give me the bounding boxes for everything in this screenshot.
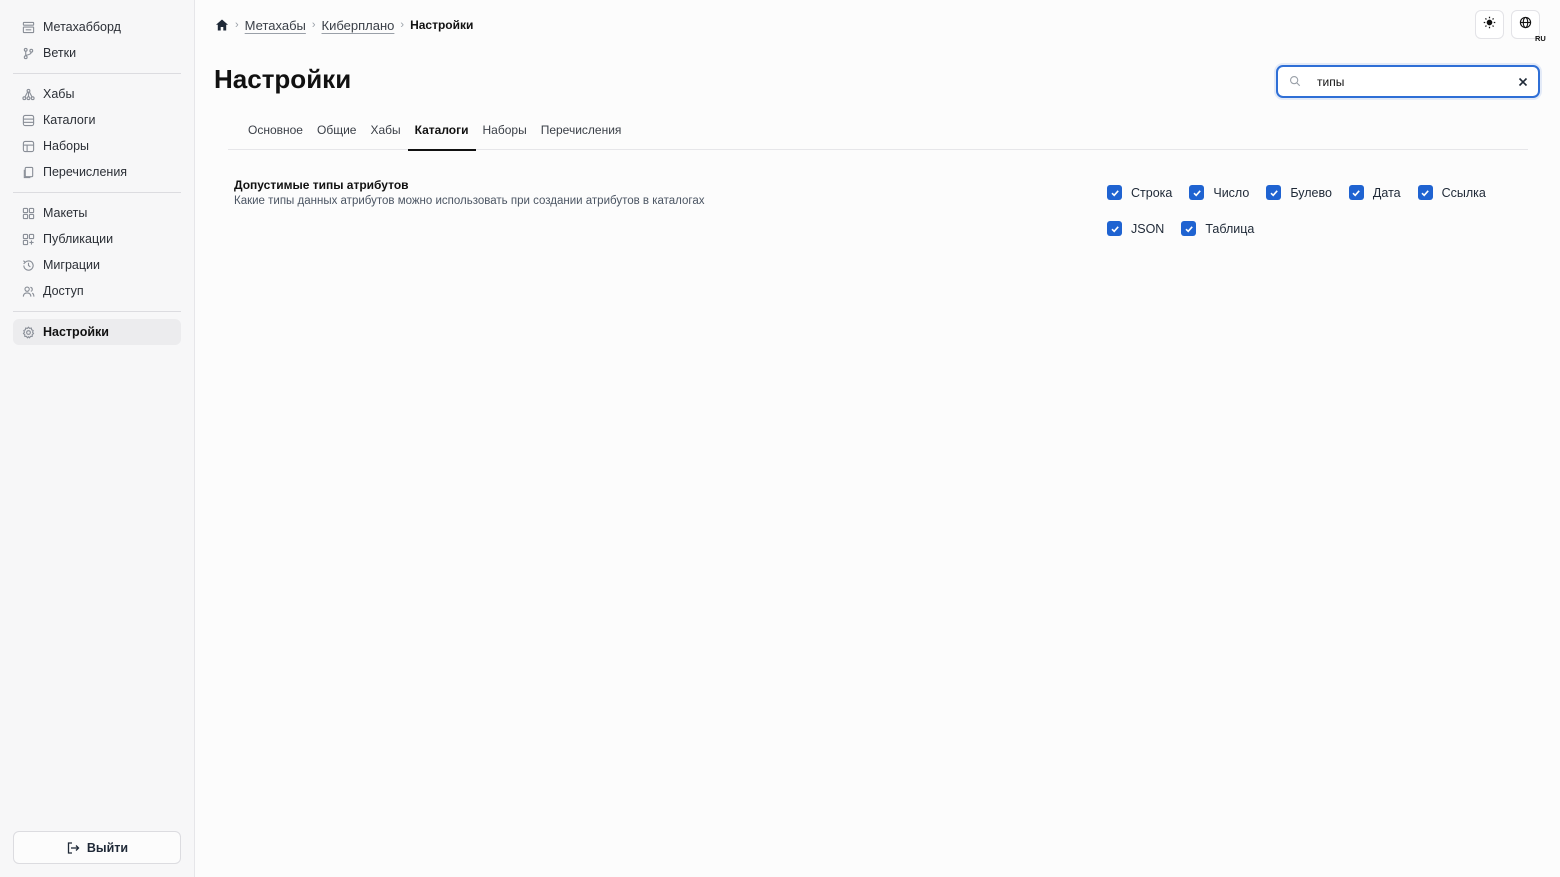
gear-icon [21, 325, 35, 339]
search-box [1276, 65, 1540, 98]
option-reference[interactable]: Ссылка [1417, 184, 1486, 201]
sidebar-item-publications[interactable]: Публикации [13, 226, 181, 252]
sun-icon [1483, 16, 1496, 34]
logout-button[interactable]: Выйти [13, 831, 181, 864]
breadcrumb: › Метахабы › Киберплано › Настройки [215, 16, 473, 34]
option-label: Ссылка [1441, 185, 1486, 200]
clear-icon[interactable] [1518, 77, 1528, 87]
search-icon [1289, 75, 1302, 88]
sidebar-item-settings[interactable]: Настройки [13, 319, 181, 345]
sidebar-divider [13, 311, 181, 312]
sidebar-item-enumerations[interactable]: Перечисления [13, 159, 181, 185]
chevron-right-icon: › [235, 19, 239, 31]
sidebar-item-label: Перечисления [43, 165, 128, 179]
sidebar-item-label: Метахабборд [43, 20, 121, 34]
tab-main[interactable]: Основное [241, 118, 310, 150]
option-label: Строка [1131, 185, 1173, 200]
option-label: Число [1213, 185, 1250, 200]
checkbox-checked[interactable] [1417, 185, 1433, 200]
history-icon [21, 258, 35, 272]
breadcrumb-link-cyberplano[interactable]: Киберплано [322, 18, 395, 33]
globe-icon [1519, 16, 1532, 34]
tab-general[interactable]: Общие [310, 118, 363, 150]
branch-icon [21, 46, 35, 60]
option-table[interactable]: Таблица [1181, 220, 1254, 237]
option-label: JSON [1131, 221, 1165, 236]
search-input[interactable] [1317, 74, 1507, 89]
attribute-types-options: Строка Число Булево Дата Ссылка JSON Таб… [1107, 184, 1507, 256]
tab-catalogs[interactable]: Каталоги [407, 118, 476, 151]
breadcrumb-link-metahubs[interactable]: Метахабы [245, 18, 306, 33]
home-icon[interactable] [215, 18, 229, 32]
checkbox-checked[interactable] [1107, 221, 1122, 236]
sidebar-divider [13, 192, 181, 193]
option-label: Таблица [1205, 221, 1255, 236]
hub-icon [21, 87, 35, 101]
sidebar: Метахабборд Ветки Хабы Каталоги Наборы П… [0, 0, 195, 877]
sidebar-item-branches[interactable]: Ветки [13, 40, 181, 66]
sidebar-item-catalogs[interactable]: Каталоги [13, 107, 181, 133]
sidebar-item-access[interactable]: Доступ [13, 278, 181, 304]
logout-icon [66, 841, 80, 855]
option-date[interactable]: Дата [1348, 184, 1401, 201]
option-json[interactable]: JSON [1107, 220, 1164, 237]
sidebar-item-migrations[interactable]: Миграции [13, 252, 181, 278]
sidebar-item-label: Миграции [43, 258, 100, 272]
checkbox-checked[interactable] [1107, 185, 1122, 200]
publish-icon [21, 232, 35, 246]
sidebar-item-label: Наборы [43, 139, 90, 153]
sidebar-item-label: Доступ [43, 284, 84, 298]
breadcrumb-current: Настройки [410, 18, 474, 32]
sidebar-item-layouts[interactable]: Макеты [13, 200, 181, 226]
sidebar-item-sets[interactable]: Наборы [13, 133, 181, 159]
database-icon [21, 113, 35, 127]
chevron-right-icon: › [311, 19, 316, 31]
page-title: Настройки [214, 64, 352, 94]
options-row: Строка Число Булево Дата Ссылка [1107, 184, 1507, 201]
checkbox-checked[interactable] [1181, 221, 1197, 236]
sidebar-item-label: Публикации [43, 232, 114, 246]
set-icon [21, 139, 35, 153]
dashboard-icon [21, 20, 35, 34]
checkbox-checked[interactable] [1266, 185, 1282, 200]
sidebar-item-label: Макеты [43, 206, 88, 220]
option-number[interactable]: Число [1189, 184, 1249, 201]
sidebar-item-label: Ветки [43, 46, 77, 60]
sidebar-group-settings: Настройки [0, 319, 194, 345]
enum-icon [21, 165, 35, 179]
chevron-right-icon: › [400, 19, 405, 31]
checkbox-checked[interactable] [1189, 185, 1205, 200]
tab-sets[interactable]: Наборы [476, 118, 534, 150]
options-row: JSON Таблица [1107, 220, 1507, 237]
sidebar-item-label: Хабы [43, 87, 75, 101]
sidebar-item-hubs[interactable]: Хабы [13, 81, 181, 107]
option-string[interactable]: Строка [1107, 184, 1172, 201]
option-boolean[interactable]: Булево [1266, 184, 1332, 201]
sidebar-item-label: Каталоги [43, 113, 96, 127]
tab-enumerations[interactable]: Перечисления [534, 118, 629, 150]
setting-title: Допустимые типы атрибутов [234, 178, 409, 192]
sidebar-divider [13, 73, 181, 74]
tab-hubs[interactable]: Хабы [363, 118, 407, 150]
users-icon [21, 284, 35, 298]
sidebar-group-structure: Хабы Каталоги Наборы Перечисления [0, 81, 194, 185]
setting-description: Какие типы данных атрибутов можно исполь… [234, 195, 705, 207]
layout-icon [21, 206, 35, 220]
option-label: Булево [1290, 185, 1332, 200]
logout-label: Выйти [86, 840, 129, 855]
checkbox-checked[interactable] [1348, 185, 1364, 200]
theme-toggle-button[interactable] [1475, 10, 1504, 39]
language-code: RU [1535, 34, 1546, 43]
sidebar-group-main: Метахабборд Ветки [0, 0, 194, 66]
settings-tabs: Основное Общие Хабы Каталоги Наборы Пере… [228, 118, 1528, 151]
sidebar-group-ops: Макеты Публикации Миграции Доступ [0, 200, 194, 304]
option-label: Дата [1372, 185, 1401, 200]
sidebar-item-metahub-board[interactable]: Метахабборд [13, 14, 181, 40]
sidebar-item-label: Настройки [43, 325, 109, 339]
